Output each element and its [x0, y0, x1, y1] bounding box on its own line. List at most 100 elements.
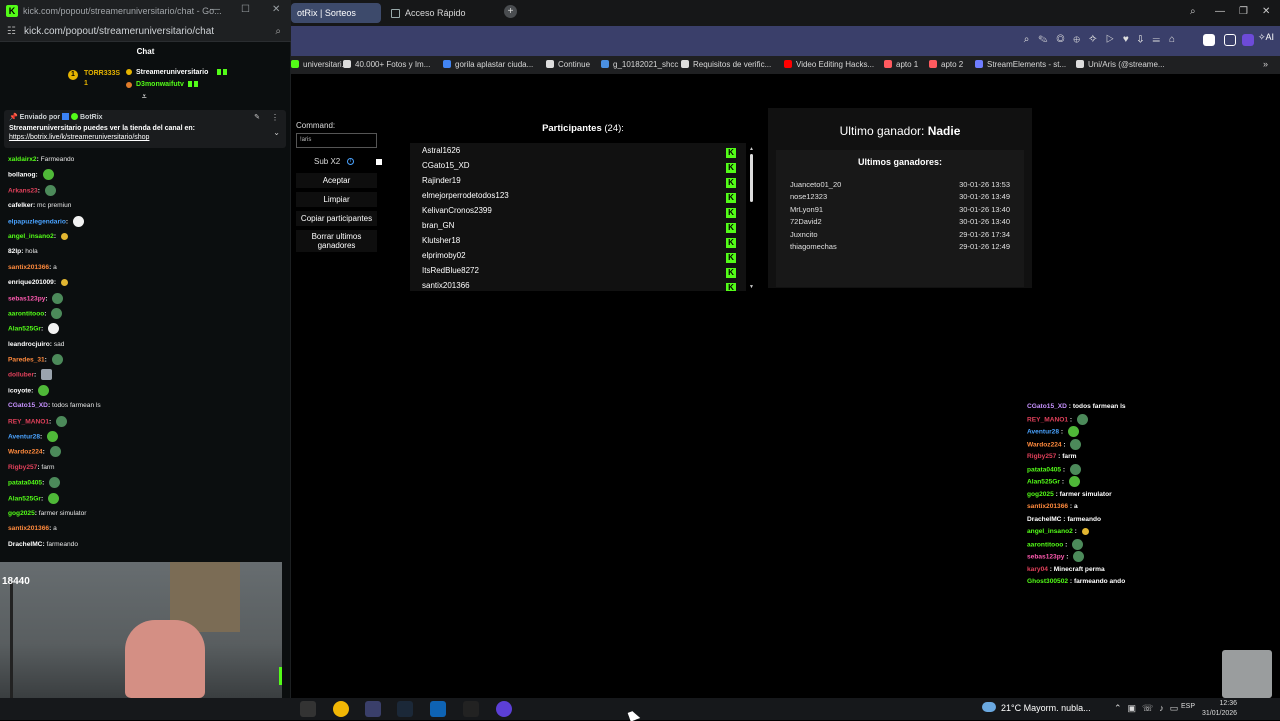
chat-username[interactable]: leandrocjuiro — [8, 341, 50, 348]
chat-username[interactable]: cafelker — [8, 202, 33, 209]
overlay-chat-message: kary04 : Minecraft perma — [1027, 565, 1105, 573]
language-indicator[interactable]: ESP — [1181, 703, 1195, 710]
chat-username[interactable]: Rigby257 — [8, 464, 37, 471]
clock[interactable]: 12:36 31/01/2026 — [1202, 699, 1237, 719]
app-icon[interactable] — [300, 701, 316, 717]
close-icon[interactable]: ✕ — [1262, 6, 1270, 17]
chat-username[interactable]: dolluber — [8, 372, 34, 379]
chat-username[interactable]: gog2025 — [8, 510, 35, 517]
participants-label: Participantes — [542, 123, 602, 134]
participant-row: santix201366 K — [422, 281, 742, 291]
unpin-icon[interactable]: ✎ — [254, 113, 260, 121]
pinned-link[interactable]: https://botrix.live/k/streameruniversita… — [9, 134, 281, 141]
bookmark-item[interactable]: StreamElements - st... — [975, 60, 1066, 69]
bookmark-item[interactable]: g_10182021_shcc — [601, 60, 678, 69]
chat-text: a — [53, 263, 57, 271]
bookmark-item[interactable]: Continue — [546, 60, 590, 69]
close-icon[interactable]: ✕ — [272, 4, 280, 15]
search-tabs-icon[interactable]: ⌕ — [1190, 6, 1196, 17]
collapse-chevron-icon[interactable]: ⩡ — [142, 92, 147, 102]
bookmark-item[interactable]: apto 1 — [884, 60, 918, 69]
popup-urlbar[interactable]: ☷ kick.com/popout/streameruniversitario/… — [0, 22, 291, 42]
minimize-icon[interactable]: — — [1215, 6, 1225, 17]
chat-username[interactable]: Wardoz224 — [8, 449, 43, 456]
chat-username[interactable]: bollanog — [8, 172, 35, 179]
command-input[interactable]: !aris — [296, 133, 377, 148]
steam-icon[interactable] — [397, 701, 413, 717]
sub-x2-checkbox[interactable] — [376, 159, 382, 165]
participants-list[interactable]: Astral1626 K CGato15_XD K Rajinder19 Kelmejor… — [410, 143, 746, 291]
chat-username[interactable]: sebas123py — [8, 295, 45, 302]
chat-username[interactable]: Paredes_31 — [8, 356, 45, 363]
bookmark-item[interactable]: Uni/Aris (@streame... — [1076, 60, 1165, 69]
chat-username[interactable]: DrachelMC — [8, 541, 42, 548]
info-icon[interactable]: i — [347, 158, 354, 165]
bookmark-item[interactable]: 40.000+ Fotos y Im... — [343, 60, 430, 69]
accept-button[interactable]: Aceptar — [296, 173, 377, 188]
chat-username[interactable]: enrique201009 — [8, 279, 54, 286]
chrome-icon[interactable] — [333, 701, 349, 717]
chat-message-list[interactable]: xaldairx2: Farmeando bollanog: Arkans23: … — [8, 154, 288, 568]
overlay-chat-message: Ghost300502 : farmeando ando — [1027, 578, 1126, 585]
chat-username[interactable]: aarontitooo — [8, 310, 44, 317]
chat-username[interactable]: Arkans23 — [8, 187, 38, 194]
emote-icon — [49, 446, 61, 458]
obs-icon[interactable] — [496, 701, 512, 717]
site-settings-icon[interactable]: ☷ — [7, 26, 16, 37]
participants-scrollbar[interactable]: ▲ ▼ — [749, 146, 754, 291]
more-options-icon[interactable]: ⋮ — [271, 113, 279, 122]
chat-username[interactable]: xaldairx2 — [8, 156, 37, 163]
copy-participants-button[interactable]: Copiar participantes — [296, 211, 377, 226]
chat-username[interactable]: Alan525Gr — [8, 326, 41, 333]
chat-username[interactable]: angel_insano2 — [8, 233, 54, 240]
bookmark-label: apto 1 — [896, 60, 919, 69]
tab-botrix-sorteos[interactable]: otRix | Sorteos — [291, 3, 381, 23]
ai-button[interactable]: ✧AI — [1258, 32, 1274, 43]
overlay-chat-message: REY_MANO1 : — [1027, 413, 1277, 427]
overlay-chat-username: Wardoz224 — [1027, 440, 1062, 448]
bookmark-item[interactable]: gorila aplastar ciuda... — [443, 60, 533, 69]
vscode-icon[interactable] — [430, 701, 446, 717]
chat-username[interactable]: Aventur28 — [8, 433, 40, 440]
participants-count: (24): — [604, 123, 624, 134]
chat-username[interactable]: icoyote — [8, 387, 31, 394]
chevron-down-icon[interactable]: ⌄ — [273, 128, 280, 137]
chat-username[interactable]: 82lp — [8, 248, 21, 255]
chat-username[interactable]: patata0405 — [8, 479, 42, 486]
toolbar-icons[interactable]: ⌕✎◎⊕✧▷♥⇩☰⌂ — [1024, 34, 1184, 45]
browser-app-icon[interactable] — [365, 701, 381, 717]
bookmark-label: g_10182021_shcc — [613, 60, 679, 69]
maximize-icon[interactable]: ☐ — [241, 4, 250, 15]
extension-icon[interactable] — [1203, 34, 1215, 46]
bookmark-item[interactable]: apto 2 — [929, 60, 963, 69]
overlay-chat-text: a — [1073, 503, 1078, 510]
minimize-icon[interactable]: — — [210, 4, 220, 15]
delete-winners-button[interactable]: Borrar ultimos ganadores — [296, 230, 377, 252]
weather-widget[interactable]: 21°C Mayorm. nubla... — [982, 702, 1091, 713]
bookmark-item[interactable]: Video Editing Hacks... — [784, 60, 874, 69]
chat-username[interactable]: Alan525Gr — [8, 495, 41, 502]
pinned-message[interactable]: 📌 Enviado por BotRix Streameruniversitar… — [4, 110, 286, 148]
restore-icon[interactable]: ❐ — [1239, 6, 1248, 17]
scroll-thumb[interactable] — [750, 154, 753, 202]
extension-icon[interactable] — [1224, 34, 1236, 46]
bookmark-item[interactable]: universitari... — [291, 60, 348, 69]
search-icon[interactable]: ⌕ — [275, 26, 281, 37]
chat-username[interactable]: REY_MANO1 — [8, 418, 49, 425]
chat-username[interactable]: santix201366 — [8, 525, 49, 532]
overlay-chat-username: Alan525Gr — [1027, 478, 1060, 486]
top-gifters: 1 TORR333S 1 Streameruniversitario D3mon… — [60, 66, 260, 101]
extension-icon[interactable] — [1242, 34, 1254, 46]
system-tray-icons[interactable]: ⌃▣☏♪▭ — [1114, 703, 1184, 714]
tab-acceso-rapido[interactable]: Acceso Rápido — [385, 3, 495, 23]
chat-username[interactable]: CGato15_XD — [8, 402, 48, 409]
new-tab-icon[interactable]: + — [504, 5, 517, 18]
bookmark-item[interactable]: Requisitos de verific... — [681, 60, 771, 69]
chat-username[interactable]: elpapuzlegendario — [8, 218, 66, 225]
epic-games-icon[interactable] — [463, 701, 479, 717]
chat-username[interactable]: santix201366 — [8, 264, 49, 271]
clear-button[interactable]: Limpiar — [296, 192, 377, 207]
overlay-chat-cutoff — [1027, 390, 1277, 401]
chat-message: sebas123py: — [8, 292, 288, 308]
bookmarks-overflow-icon[interactable]: » — [1263, 59, 1268, 69]
